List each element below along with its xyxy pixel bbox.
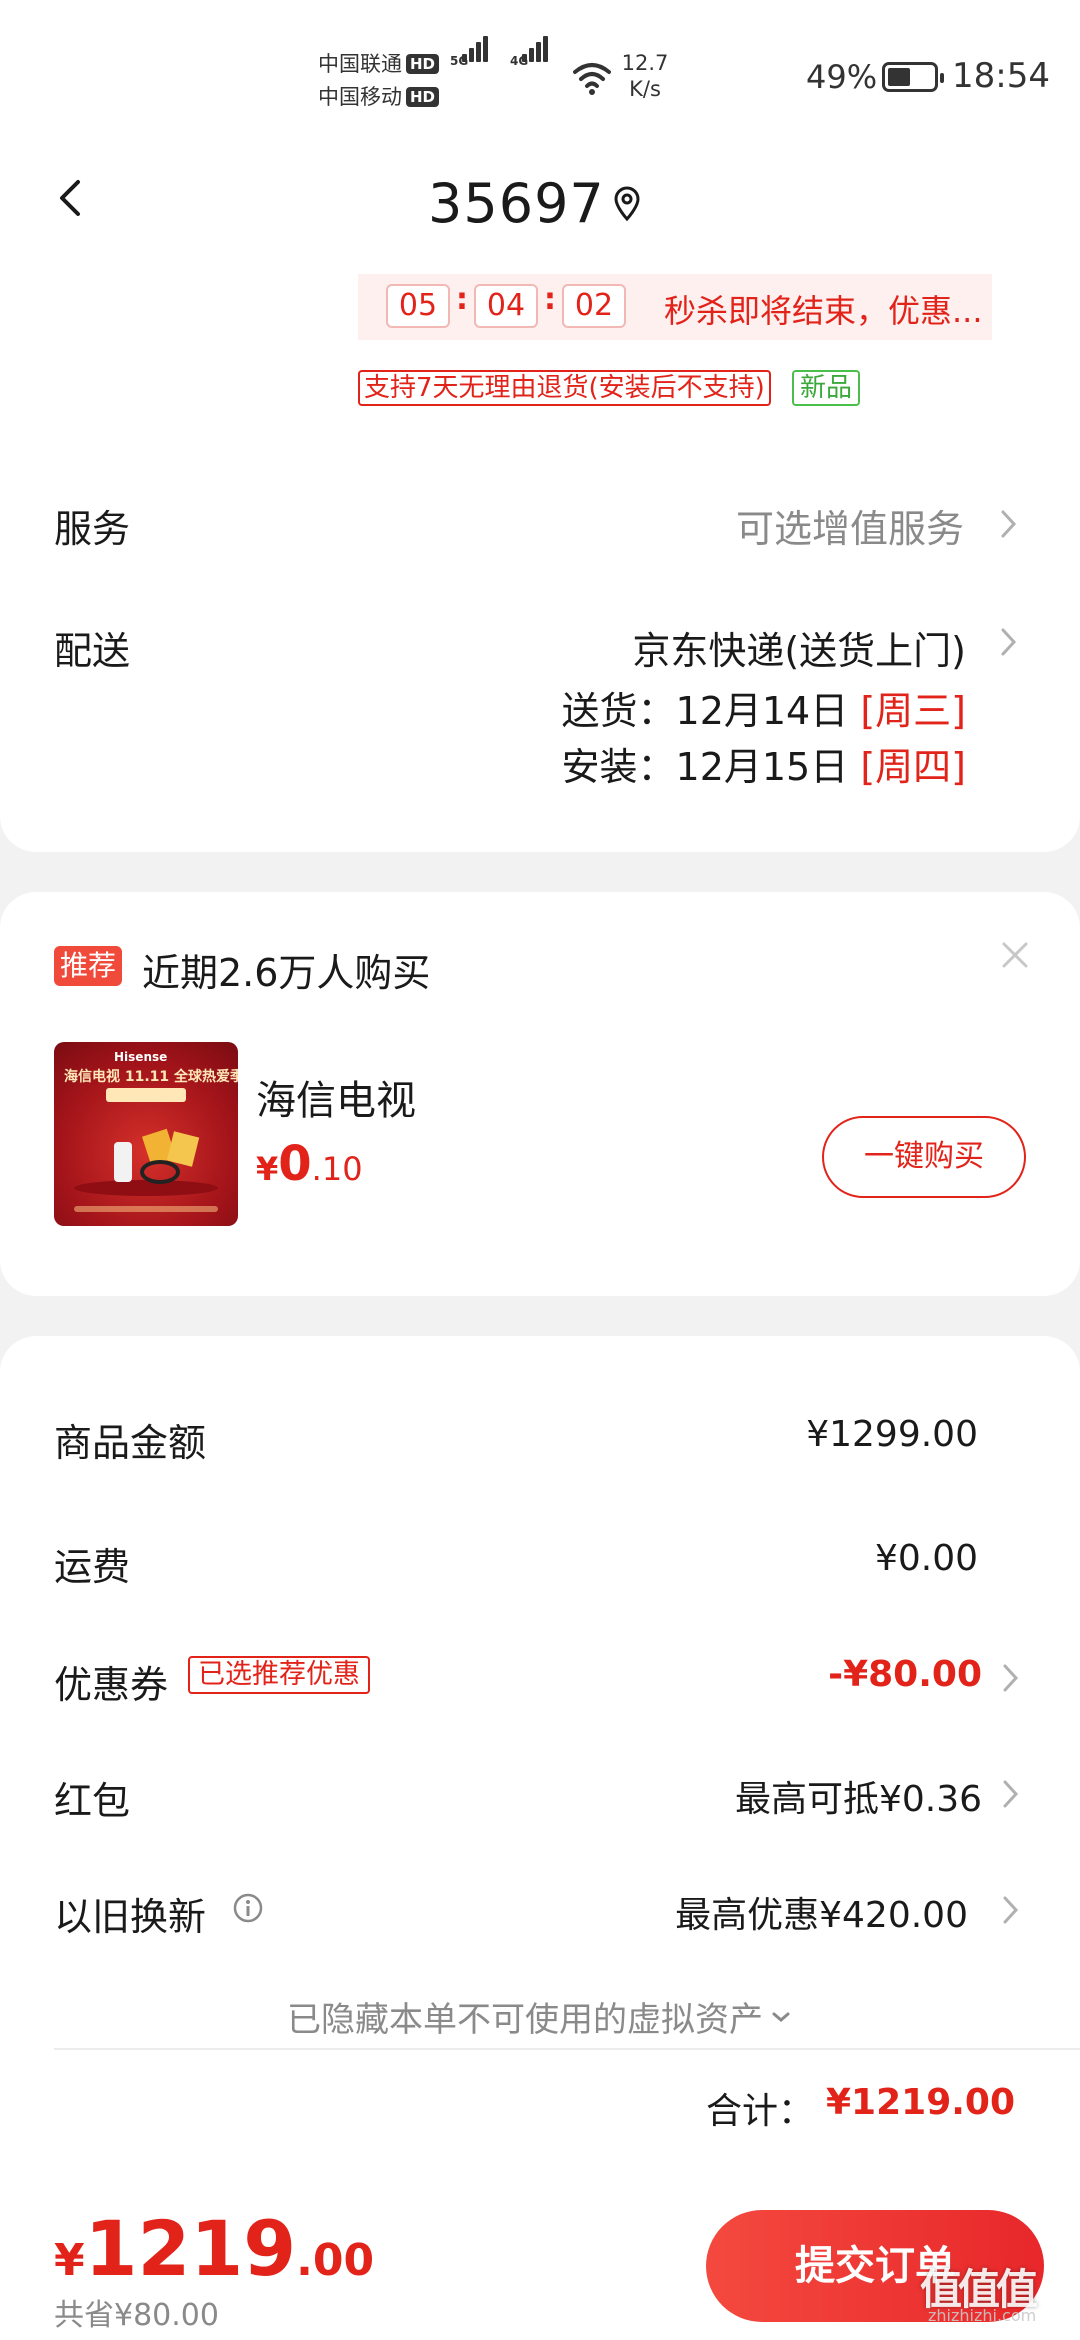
service-label: 服务 (54, 507, 131, 551)
battery-icon (882, 62, 944, 92)
status-bar: 中国联通 HD 中国移动 HD 5G 4G 12.7 K/s 49% 18:54 (0, 0, 1080, 140)
install-weekday: [周四] (860, 745, 966, 789)
total-saved: 共省¥80.00 (54, 2298, 219, 2333)
return-policy-tag: 支持7天无理由退货(安装后不支持) (358, 370, 771, 406)
delivery-date-label: 送货： (561, 689, 676, 733)
product-name[interactable]: 海信电视 (256, 1068, 416, 1126)
clock: 18:54 (952, 56, 1050, 96)
chevron-right-icon[interactable] (1000, 1892, 1022, 1928)
install-date: 安装：12月15日 [周四] (562, 736, 966, 791)
carrier-1: 中国联通 (318, 52, 402, 76)
close-icon[interactable] (1000, 940, 1030, 970)
divider (54, 2048, 1080, 2050)
watermark-url: zhizhizhi.com (928, 2306, 1037, 2325)
coupon-selected-tag: 已选推荐优惠 (188, 1656, 370, 1694)
chevron-down-icon (772, 2012, 790, 2022)
payable-integer: 1219 (84, 2204, 297, 2293)
thumbnail-headline: 海信电视 11.11 全球热爱季 (64, 1069, 238, 1085)
page-title: 35697 (428, 172, 605, 235)
info-icon[interactable] (232, 1892, 264, 1924)
hd-badge: HD (406, 54, 440, 74)
chevron-right-icon[interactable] (1000, 1660, 1022, 1696)
price-currency: ¥ (256, 1150, 279, 1188)
red-packet-label: 红包 (54, 1779, 131, 1823)
goods-amount-label: 商品金额 (54, 1421, 207, 1465)
one-click-buy-button[interactable]: 一键购买 (822, 1116, 1026, 1198)
trade-in-value[interactable]: 最高优惠¥420.00 (675, 1886, 968, 1938)
recommend-badge: 推荐 (54, 946, 123, 986)
hidden-assets-toggle[interactable]: 已隐藏本单不可使用的虚拟资产 (0, 1992, 1080, 2041)
delivery-method[interactable]: 京东快递(送货上门) (632, 620, 966, 675)
wifi-icon (573, 63, 611, 95)
carrier-2: 中国移动 (318, 85, 402, 109)
carrier-info: 中国联通 HD 中国移动 HD (318, 48, 440, 114)
goods-amount-value: ¥1299.00 (806, 1414, 978, 1455)
countdown-hours: 05 (386, 284, 450, 328)
total-label: 合计： (706, 2091, 815, 2132)
countdown-minutes: 04 (474, 284, 538, 328)
flash-sale-countdown: 05 : 04 : 02 秒杀即将结束，优惠... (358, 274, 992, 340)
hd-badge: HD (406, 87, 440, 107)
flash-sale-text: 秒杀即将结束，优惠... (664, 292, 983, 330)
speed-unit: K/s (629, 77, 661, 101)
countdown-separator: : (456, 282, 468, 317)
location-pin-icon[interactable] (612, 186, 642, 222)
shipping-value: ¥0.00 (874, 1538, 978, 1579)
new-product-tag: 新品 (792, 370, 861, 406)
delivery-label: 配送 (54, 629, 131, 673)
countdown-seconds: 02 (562, 284, 626, 328)
payable-amount: ¥1219.00 (54, 2204, 374, 2293)
product-price: ¥0.10 (256, 1136, 363, 1192)
delivery-date-value: 12月14日 (675, 689, 849, 733)
chevron-right-icon[interactable] (998, 624, 1020, 660)
install-date-label: 安装： (561, 745, 676, 789)
shipping-label: 运费 (54, 1545, 131, 1589)
payable-currency: ¥ (54, 2235, 85, 2286)
price-integer: 0 (278, 1136, 312, 1192)
coupon-label: 优惠券 (54, 1663, 169, 1707)
back-arrow-icon[interactable] (52, 178, 92, 218)
coupon-value[interactable]: -¥80.00 (828, 1654, 982, 1695)
countdown-separator: : (544, 282, 556, 317)
thumbnail-brand: Hisense (114, 1050, 168, 1064)
battery-percent: 49% (806, 58, 878, 96)
value-added-service-link[interactable]: 可选增值服务 (736, 498, 964, 553)
payable-decimal: .00 (296, 2235, 375, 2286)
delivery-weekday: [周三] (860, 689, 966, 733)
install-date-value: 12月15日 (675, 745, 849, 789)
speed-value: 12.7 (621, 51, 669, 75)
network-speed: 12.7 K/s (620, 50, 670, 102)
red-packet-value[interactable]: 最高可抵¥0.36 (735, 1770, 982, 1822)
chevron-right-icon[interactable] (1000, 1776, 1022, 1812)
total-value: ¥1219.00 (826, 2082, 1016, 2123)
product-thumbnail[interactable]: Hisense 海信电视 11.11 全球热爱季 (54, 1042, 238, 1226)
recommend-text: 近期2.6万人购买 (142, 951, 431, 995)
delivery-date: 送货：12月14日 [周三] (562, 680, 966, 735)
trade-in-label: 以旧换新 (54, 1895, 207, 1939)
hidden-assets-text: 已隐藏本单不可使用的虚拟资产 (287, 2000, 763, 2040)
price-decimal: .10 (311, 1150, 363, 1188)
chevron-right-icon[interactable] (998, 506, 1020, 542)
